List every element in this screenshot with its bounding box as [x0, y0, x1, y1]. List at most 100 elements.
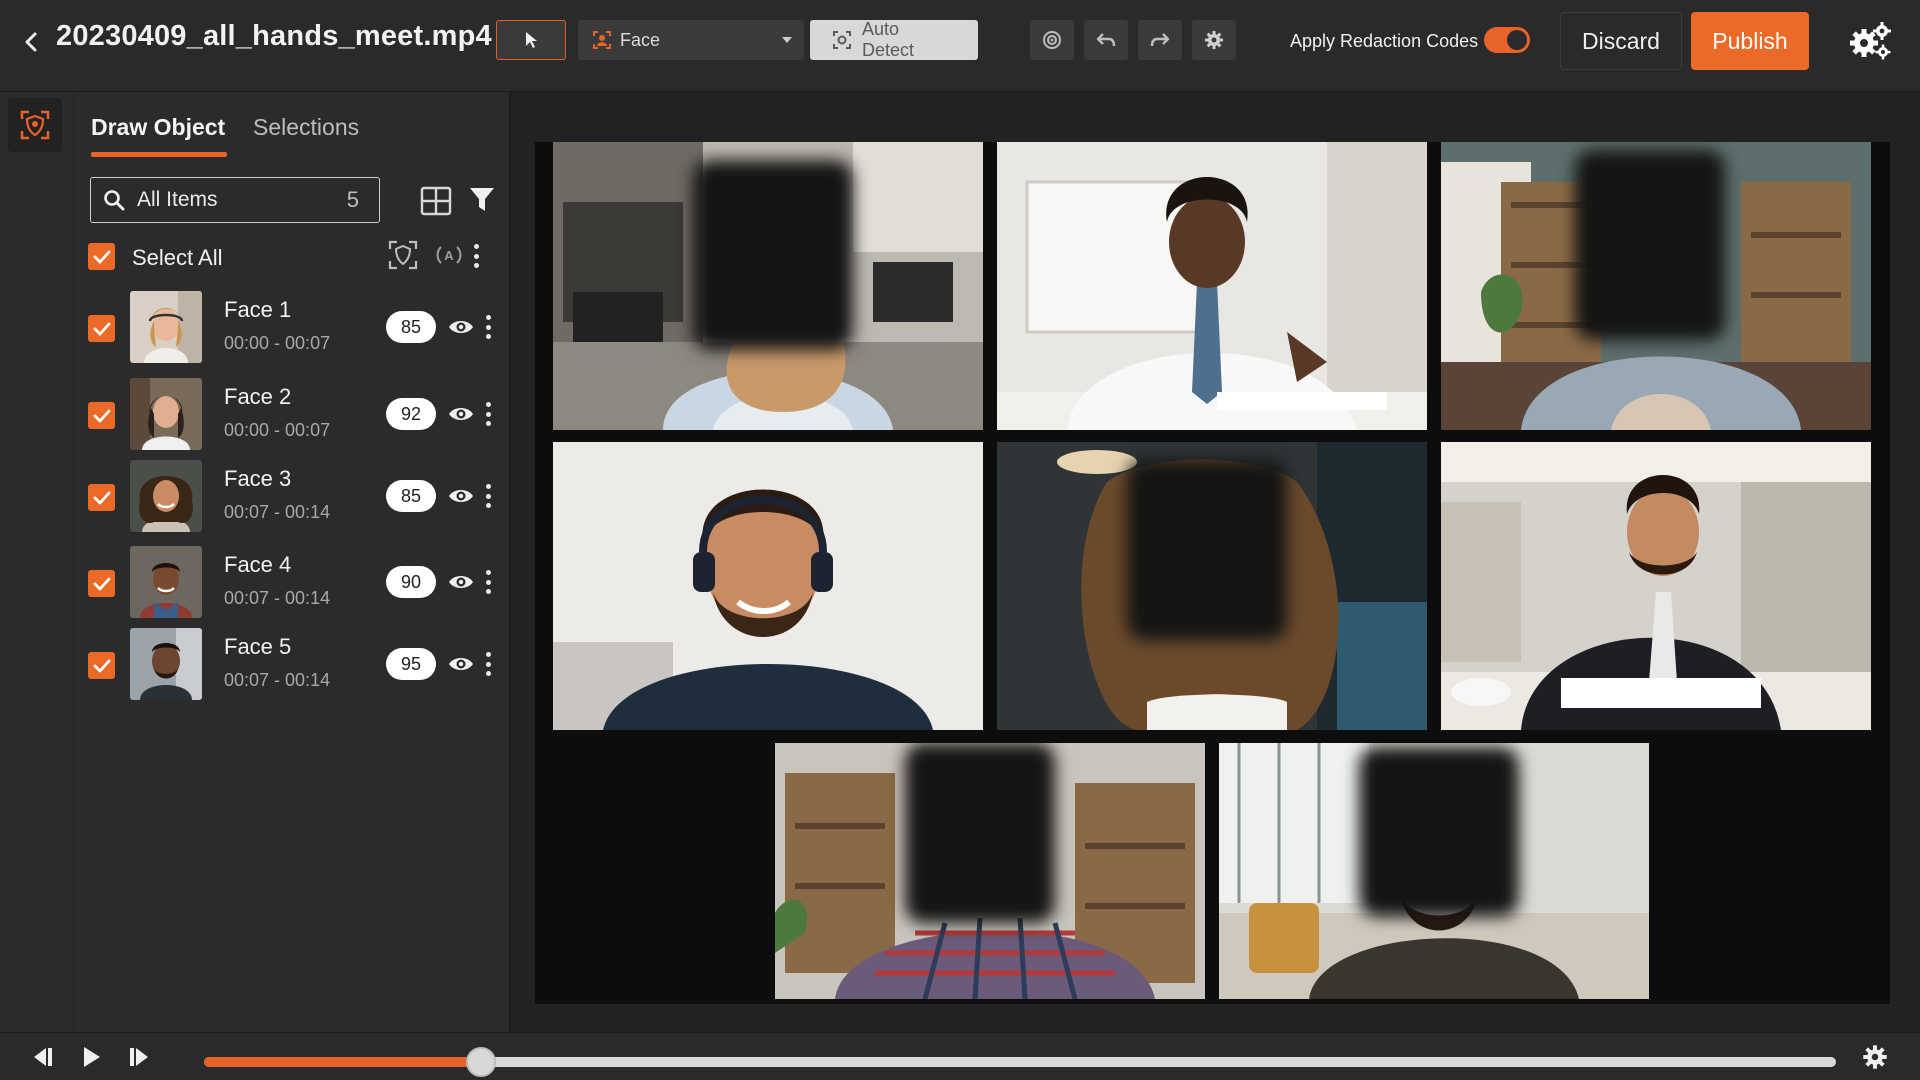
face-name: Face 1: [224, 297, 292, 322]
face-redaction-blur: [1127, 460, 1287, 640]
confidence-badge: 90: [386, 566, 436, 598]
auto-detect-button[interactable]: Auto Detect: [810, 19, 978, 60]
checkmark-icon: [93, 491, 110, 504]
face-time-range: 00:00 - 00:07: [224, 420, 331, 440]
redaction-tool-button[interactable]: [8, 98, 62, 152]
checkmark-icon: [93, 659, 110, 672]
face-scan-icon: [832, 31, 851, 49]
auto-label-button[interactable]: A: [433, 239, 465, 271]
eye-icon: [449, 576, 473, 588]
item-checkbox[interactable]: [88, 570, 115, 597]
video-tile: [997, 142, 1427, 430]
face-name: Face 4: [224, 552, 292, 577]
step-back-icon: [34, 1048, 52, 1066]
search-input[interactable]: All Items 5: [90, 177, 380, 223]
video-tile: [1441, 442, 1871, 730]
redact-all-button[interactable]: [387, 239, 419, 271]
face-scan-icon: [593, 31, 611, 49]
file-title: 20230409_all_hands_meet.mp4: [56, 20, 492, 52]
face-thumbnail: [130, 460, 202, 532]
item-menu-icon[interactable]: [483, 315, 493, 339]
settings-cogs-icon: [1850, 22, 1891, 60]
visibility-toggle[interactable]: [448, 654, 474, 674]
video-tile: [775, 743, 1205, 999]
redaction-codes-toggle[interactable]: [1484, 27, 1530, 53]
eye-icon: [449, 408, 473, 420]
player-settings-button[interactable]: [1860, 1043, 1890, 1071]
timeline-scrubber[interactable]: [204, 1047, 1836, 1077]
video-canvas-area: [511, 92, 1920, 1032]
video-tile-image: [997, 142, 1427, 430]
tool-settings-button[interactable]: [1192, 20, 1236, 60]
item-checkbox[interactable]: [88, 484, 115, 511]
svg-text:A: A: [444, 248, 454, 263]
checkmark-icon: [93, 409, 110, 422]
discard-button[interactable]: Discard: [1560, 12, 1682, 70]
search-placeholder: All Items: [137, 188, 218, 211]
face-name: Face 2: [224, 384, 292, 409]
video-frame[interactable]: [535, 142, 1890, 1004]
object-type-dropdown[interactable]: Face: [578, 20, 804, 60]
face-thumbnail: [130, 628, 202, 700]
step-forward-button[interactable]: [126, 1043, 156, 1071]
visibility-toggle[interactable]: [448, 317, 474, 337]
list-item[interactable]: Face 5 00:07 - 00:14 95: [74, 628, 510, 708]
item-checkbox[interactable]: [88, 402, 115, 429]
video-tile-image: [553, 442, 983, 730]
select-all-label: Select All: [132, 245, 223, 270]
auto-label-icon: A: [436, 246, 462, 264]
top-bar: 20230409_all_hands_meet.mp4 Face Auto De…: [0, 0, 1920, 92]
visibility-toggle[interactable]: [448, 486, 474, 506]
publish-button[interactable]: Publish: [1691, 12, 1809, 70]
grid-view-button[interactable]: [420, 186, 452, 216]
list-item[interactable]: Face 2 00:00 - 00:07 92: [74, 378, 510, 458]
visibility-toggle[interactable]: [448, 572, 474, 592]
filter-button[interactable]: [469, 186, 495, 214]
tab-draw-object[interactable]: Draw Object: [91, 114, 228, 157]
confidence-badge: 92: [386, 398, 436, 430]
redo-button[interactable]: [1138, 20, 1182, 60]
face-name: Face 3: [224, 466, 292, 491]
object-type-label: Face: [620, 29, 661, 50]
list-item[interactable]: Face 1 00:00 - 00:07 85: [74, 291, 510, 371]
play-button[interactable]: [76, 1043, 106, 1071]
chevron-left-icon: [25, 32, 37, 52]
undo-icon: [1096, 33, 1116, 47]
select-all-menu-icon[interactable]: [471, 244, 481, 268]
gear-icon: [1863, 1045, 1887, 1069]
objects-panel: Draw Object Selections All Items 5 Selec…: [74, 92, 510, 1032]
step-back-button[interactable]: [26, 1043, 56, 1071]
confidence-badge: 85: [386, 480, 436, 512]
auto-detect-label: Auto Detect: [861, 19, 915, 60]
checkmark-icon: [93, 577, 110, 590]
tab-selections[interactable]: Selections: [253, 114, 359, 141]
item-checkbox[interactable]: [88, 652, 115, 679]
video-tile: [1219, 743, 1649, 999]
item-menu-icon[interactable]: [483, 652, 493, 676]
select-all-checkbox[interactable]: [88, 243, 115, 270]
face-thumbnail: [130, 378, 202, 450]
back-button[interactable]: [14, 24, 50, 60]
step-forward-icon: [130, 1048, 148, 1066]
video-tile-image: [1441, 442, 1871, 730]
face-redaction-blur: [1575, 150, 1725, 340]
item-menu-icon[interactable]: [483, 484, 493, 508]
item-menu-icon[interactable]: [483, 570, 493, 594]
list-item[interactable]: Face 3 00:07 - 00:14 85: [74, 460, 510, 540]
face-time-range: 00:07 - 00:14: [224, 502, 331, 522]
target-button[interactable]: [1030, 20, 1074, 60]
grid-icon: [420, 186, 452, 216]
item-menu-icon[interactable]: [483, 402, 493, 426]
visibility-toggle[interactable]: [448, 404, 474, 424]
face-time-range: 00:00 - 00:07: [224, 333, 331, 353]
pointer-tool-button[interactable]: [496, 20, 566, 60]
face-redaction-blur: [905, 743, 1055, 923]
global-settings-button[interactable]: [1840, 16, 1900, 66]
timeline-handle[interactable]: [466, 1047, 497, 1077]
undo-button[interactable]: [1084, 20, 1128, 60]
list-item[interactable]: Face 4 00:07 - 00:14 90: [74, 546, 510, 626]
face-redaction-blur: [1359, 747, 1519, 917]
item-checkbox[interactable]: [88, 315, 115, 342]
checkmark-icon: [93, 250, 110, 263]
timeline-progress: [204, 1057, 482, 1067]
